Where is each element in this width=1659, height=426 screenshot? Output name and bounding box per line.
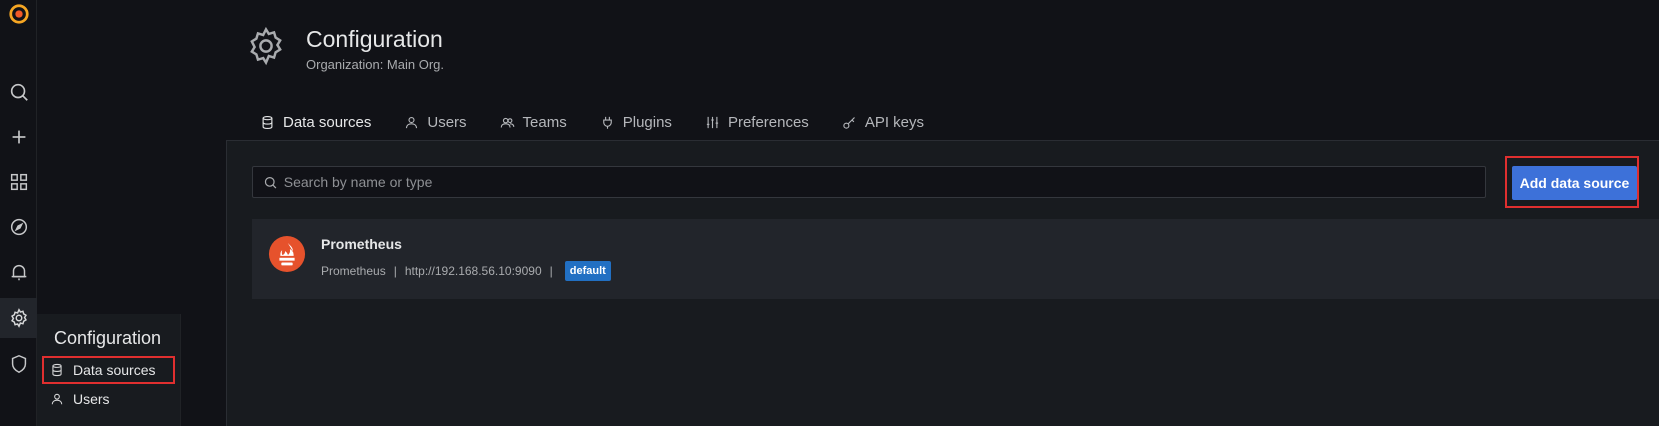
apps-icon <box>10 173 27 191</box>
datasource-type: Prometheus <box>321 264 386 278</box>
default-badge: default <box>564 261 611 281</box>
grafana-logo-icon[interactable] <box>0 0 37 28</box>
bell-icon[interactable] <box>0 252 37 292</box>
plug-icon <box>602 116 612 129</box>
add-data-source-highlight: Add data source <box>1505 156 1639 208</box>
gear-icon <box>10 308 27 328</box>
plus-icon[interactable] <box>0 117 37 157</box>
tab-label: Preferences <box>727 113 809 131</box>
plus-icon <box>12 130 25 144</box>
compass-icon[interactable] <box>0 207 37 247</box>
flyout-title: Configuration <box>54 328 162 348</box>
gear-icon <box>250 26 282 66</box>
search-icon[interactable] <box>0 72 37 112</box>
flyout-item-label: Data sources <box>73 362 156 378</box>
bell-icon <box>11 264 26 281</box>
database-icon <box>52 363 62 377</box>
shield-icon <box>11 354 26 374</box>
sliders-icon <box>706 116 719 128</box>
page-title: Configuration <box>306 26 443 52</box>
grafana-logo-icon <box>8 4 29 24</box>
search-input[interactable] <box>283 174 1485 190</box>
tab-data-sources[interactable]: Data sources <box>243 104 388 144</box>
user-icon <box>51 393 63 405</box>
add-data-source-button[interactable]: Add data source <box>1512 166 1637 200</box>
search-icon <box>264 176 277 188</box>
prometheus-logo-icon <box>268 235 306 273</box>
separator: | <box>393 264 397 278</box>
user-icon <box>406 116 418 128</box>
tab-plugins[interactable]: Plugins <box>583 104 688 140</box>
flyout-item-label: Users <box>73 391 110 407</box>
datasources-panel: Add data source Prometheus Prometheus | … <box>226 140 1659 426</box>
tab-teams[interactable]: Teams <box>483 104 583 140</box>
sidebar <box>0 0 37 426</box>
database-icon <box>262 115 273 129</box>
datasource-meta: Prometheus | http://192.168.56.10:9090 |… <box>321 259 611 283</box>
tab-label: Data sources <box>283 113 372 131</box>
separator: | <box>549 264 553 278</box>
datasource-card-prometheus[interactable]: Prometheus Prometheus | http://192.168.5… <box>252 219 1659 299</box>
key-icon <box>843 116 855 129</box>
tab-label: Users <box>427 113 467 131</box>
shield-icon[interactable] <box>0 344 37 384</box>
flyout-item-users[interactable]: Users <box>42 385 175 413</box>
datasource-name: Prometheus <box>321 236 402 252</box>
tab-label: Plugins <box>622 113 672 131</box>
flyout-item-data-sources[interactable]: Data sources <box>42 356 175 384</box>
tab-label: Teams <box>522 113 567 131</box>
tab-api-keys[interactable]: API keys <box>825 104 940 140</box>
tab-users[interactable]: Users <box>387 104 482 140</box>
gear-icon[interactable] <box>0 298 37 338</box>
tab-label: API keys <box>864 113 924 131</box>
tab-preferences[interactable]: Preferences <box>688 104 825 140</box>
users-icon <box>500 117 514 128</box>
compass-icon <box>10 218 27 236</box>
search-box[interactable] <box>252 166 1486 198</box>
tab-bar: Data sources Users Teams Plugins Prefere… <box>243 104 940 144</box>
search-icon <box>10 83 28 101</box>
configuration-flyout-menu: Configuration Data sources Users <box>37 314 181 426</box>
apps-icon[interactable] <box>0 162 37 202</box>
datasource-url: http://192.168.56.10:9090 <box>404 264 542 278</box>
page-subtitle: Organization: Main Org. <box>306 57 445 72</box>
